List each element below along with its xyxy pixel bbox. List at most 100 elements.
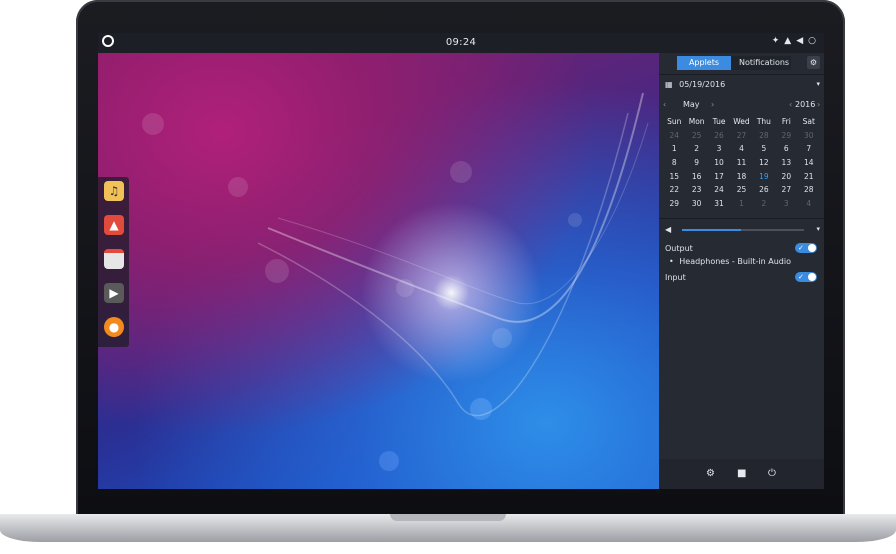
tab-notifications[interactable]: Notifications <box>731 56 791 70</box>
firefox-icon[interactable]: ● <box>104 317 124 337</box>
calendar-week-row: 1 2 3 4 5 6 7 <box>663 142 820 156</box>
volume-row: ◀ ▾ <box>665 225 820 235</box>
calendar-day-today[interactable]: 19 <box>753 169 775 183</box>
network-icon[interactable]: ✦ <box>772 36 780 46</box>
calendar-day[interactable]: 26 <box>708 129 730 143</box>
volume-icon[interactable]: ◀ <box>665 225 671 234</box>
calendar-day[interactable]: 4 <box>730 142 752 156</box>
output-toggle[interactable]: ✓ <box>795 243 817 253</box>
calendar-day[interactable]: 10 <box>708 156 730 170</box>
calendar-day[interactable]: 25 <box>685 129 707 143</box>
calendar-icon: ▦ <box>665 80 673 89</box>
weekday-label: Fri <box>781 117 791 127</box>
date-header[interactable]: ▦ 05/19/2016 ▾ <box>665 80 820 92</box>
music-note-icon[interactable]: ♫ <box>104 181 124 201</box>
divider <box>659 74 824 75</box>
calendar-day[interactable]: 16 <box>685 169 707 183</box>
bullet-icon: • <box>669 257 674 266</box>
lock-icon[interactable]: ■ <box>737 468 746 479</box>
calendar-day[interactable]: 28 <box>798 183 820 197</box>
prev-month-icon[interactable]: ‹ <box>663 100 666 109</box>
light-streaks <box>257 92 649 417</box>
toggle-knob <box>808 244 816 252</box>
volume-icon[interactable]: ◀ <box>796 36 803 46</box>
dock: ♫ ▲ ▶ ● <box>98 177 129 347</box>
tab-applets[interactable]: Applets <box>677 56 731 70</box>
calendar-day[interactable]: 3 <box>708 142 730 156</box>
calendar-day[interactable]: 26 <box>753 183 775 197</box>
calendar-day[interactable]: 23 <box>685 183 707 197</box>
calendar-day[interactable]: 9 <box>685 156 707 170</box>
settings-gear-icon[interactable]: ⚙ <box>807 56 820 69</box>
weekday-label: Wed <box>733 117 750 127</box>
year-label: 2016 <box>795 100 816 109</box>
calendar-day[interactable]: 4 <box>798 197 820 211</box>
top-bar: 09:24 ✦ ▲ ◀ ○ <box>98 33 824 53</box>
weekday-label: Sat <box>802 117 815 127</box>
calendar-day[interactable]: 30 <box>798 129 820 143</box>
next-month-icon[interactable]: › <box>711 100 714 109</box>
settings-icon[interactable]: ⚙ <box>706 468 715 479</box>
bell-icon[interactable]: ▲ <box>784 36 791 46</box>
calendar-day[interactable]: 22 <box>663 183 685 197</box>
weekday-label: Sun <box>667 117 682 127</box>
calendar-week-row: 15 16 17 18 19 20 21 <box>663 169 820 183</box>
photo-icon[interactable]: ▲ <box>104 215 124 235</box>
raven-side-panel: Applets Notifications ⚙ ▦ 05/19/2016 ▾ ‹… <box>659 53 824 489</box>
calendar-day[interactable]: 17 <box>708 169 730 183</box>
prev-year-icon[interactable]: ‹ <box>789 100 792 109</box>
calendar-day[interactable]: 1 <box>663 142 685 156</box>
weekday-label: Mon <box>688 117 705 127</box>
calendar-icon[interactable] <box>104 249 124 269</box>
calendar-day[interactable]: 27 <box>730 129 752 143</box>
calendar-day[interactable]: 29 <box>775 129 797 143</box>
play-icon[interactable]: ▶ <box>104 283 124 303</box>
calendar-day[interactable]: 8 <box>663 156 685 170</box>
next-year-icon[interactable]: › <box>817 100 820 109</box>
calendar-day[interactable]: 7 <box>798 142 820 156</box>
system-tray: ✦ ▲ ◀ ○ <box>772 36 816 46</box>
calendar-day[interactable]: 13 <box>775 156 797 170</box>
output-label: Output <box>665 244 693 253</box>
power-icon[interactable]: ⏻ <box>768 468 776 479</box>
calendar-day[interactable]: 12 <box>753 156 775 170</box>
volume-slider[interactable] <box>682 229 804 231</box>
calendar-day[interactable]: 24 <box>708 183 730 197</box>
calendar-day[interactable]: 1 <box>730 197 752 211</box>
power-icon[interactable]: ○ <box>808 36 816 46</box>
calendar-day[interactable]: 30 <box>685 197 707 211</box>
output-device-item[interactable]: • Headphones - Built-in Audio <box>669 257 791 266</box>
screen: 09:24 ✦ ▲ ◀ ○ ♫ ▲ ▶ ● Applets Notificati… <box>98 33 824 489</box>
check-icon: ✓ <box>798 273 804 281</box>
desktop-wallpaper <box>98 53 659 489</box>
calendar-day[interactable]: 31 <box>708 197 730 211</box>
calendar-day[interactable]: 2 <box>685 142 707 156</box>
check-icon: ✓ <box>798 244 804 252</box>
calendar-day[interactable]: 24 <box>663 129 685 143</box>
chevron-down-icon[interactable]: ▾ <box>816 80 820 88</box>
calendar-day[interactable]: 29 <box>663 197 685 211</box>
calendar-day[interactable]: 25 <box>730 183 752 197</box>
panel-footer: ⚙ ■ ⏻ <box>659 459 824 489</box>
laptop-notch <box>390 514 506 521</box>
calendar-week-row: 8 9 10 11 12 13 14 <box>663 156 820 170</box>
calendar-day[interactable]: 2 <box>753 197 775 211</box>
calendar-day[interactable]: 5 <box>753 142 775 156</box>
calendar-day[interactable]: 27 <box>775 183 797 197</box>
calendar-day[interactable]: 11 <box>730 156 752 170</box>
calendar-day[interactable]: 21 <box>798 169 820 183</box>
calendar-day[interactable]: 20 <box>775 169 797 183</box>
calendar-day[interactable]: 6 <box>775 142 797 156</box>
chevron-down-icon[interactable]: ▾ <box>816 225 820 233</box>
calendar-day[interactable]: 3 <box>775 197 797 211</box>
calendar-nav: ‹ May › ‹ 2016 › <box>663 100 821 112</box>
clock[interactable]: 09:24 <box>98 37 824 48</box>
input-toggle[interactable]: ✓ <box>795 272 817 282</box>
weekday-label: Tue <box>712 117 726 127</box>
calendar-day[interactable]: 28 <box>753 129 775 143</box>
volume-slider-fill <box>682 229 741 231</box>
calendar-day[interactable]: 15 <box>663 169 685 183</box>
calendar-day[interactable]: 14 <box>798 156 820 170</box>
toggle-knob <box>808 273 816 281</box>
calendar-day[interactable]: 18 <box>730 169 752 183</box>
